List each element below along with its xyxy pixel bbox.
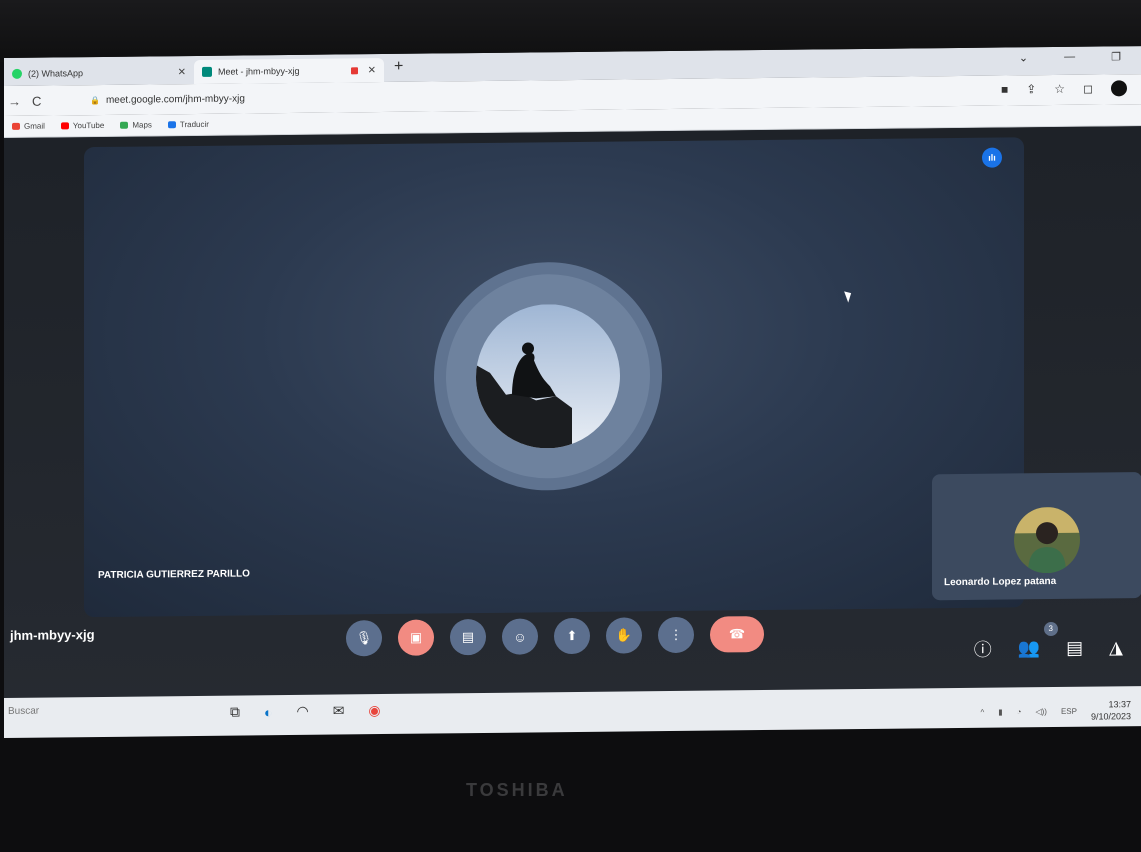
bookmark-youtube[interactable]: YouTube bbox=[60, 121, 104, 130]
language-indicator[interactable]: ESP bbox=[1061, 706, 1077, 715]
tab-meet[interactable]: Meet - jhm-mbyy-xjg ✕ bbox=[194, 58, 384, 85]
tab-label: Meet - jhm-mbyy-xjg bbox=[218, 65, 300, 77]
main-participant-name: PATRICIA GUTIERREZ PARILLO bbox=[98, 568, 250, 582]
meet-call-area: ılı PATRICIA GUTIERREZ PARILLO Leonardo … bbox=[4, 126, 1141, 709]
meeting-side-controls: ⓘ 👥 3 ▤ ◮ bbox=[974, 621, 1123, 662]
maps-icon bbox=[120, 121, 129, 129]
clock-date: 9/10/2023 bbox=[1090, 711, 1131, 722]
emoji-icon: ☺ bbox=[513, 629, 527, 645]
taskbar-search[interactable]: Buscar bbox=[8, 706, 39, 717]
side-panel-icon[interactable]: ◻ bbox=[1083, 82, 1093, 96]
edge-icon[interactable]: ◐ bbox=[264, 704, 272, 720]
leave-call-button[interactable]: ☎ bbox=[710, 616, 764, 653]
tab-label: (2) WhatsApp bbox=[28, 68, 84, 79]
more-options-button[interactable]: ⋮ bbox=[658, 616, 694, 654]
captions-button[interactable]: ▤ bbox=[450, 618, 486, 656]
whatsapp-icon bbox=[12, 68, 22, 79]
hand-icon: ✋ bbox=[615, 627, 633, 643]
reload-icon[interactable]: C bbox=[32, 94, 41, 109]
present-screen-icon: ⬆ bbox=[566, 627, 578, 644]
taskbar-clock[interactable]: 13:37 9/10/2023 bbox=[1091, 698, 1131, 722]
chat-icon[interactable]: ▤ bbox=[1066, 637, 1083, 658]
minimize-button[interactable]: — bbox=[1064, 51, 1075, 64]
mic-tray-icon: ▮ bbox=[998, 707, 1003, 717]
meeting-code: jhm-mbyy-xjg bbox=[10, 627, 95, 643]
star-icon[interactable]: ☆ bbox=[1054, 82, 1065, 96]
camera-off-icon: ▣ bbox=[409, 629, 423, 645]
widgets-icon[interactable]: ◠ bbox=[296, 703, 308, 720]
close-tab-icon[interactable]: ✕ bbox=[178, 67, 186, 78]
youtube-icon bbox=[60, 122, 69, 130]
recording-icon bbox=[350, 66, 358, 74]
end-call-icon: ☎ bbox=[728, 626, 746, 642]
translate-icon bbox=[167, 121, 176, 129]
task-view-icon[interactable]: ⧉ bbox=[230, 704, 240, 721]
participant-tile[interactable]: Leonardo Lopez patana bbox=[932, 472, 1141, 601]
volume-icon[interactable]: ◁)) bbox=[1035, 707, 1046, 716]
share-icon[interactable]: ⇪ bbox=[1026, 82, 1036, 96]
tab-whatsapp[interactable]: (2) WhatsApp ✕ bbox=[4, 60, 194, 86]
bookmark-gmail[interactable]: Gmail bbox=[12, 122, 45, 131]
clock-time: 13:37 bbox=[1108, 699, 1131, 710]
profile-avatar[interactable] bbox=[1111, 80, 1127, 97]
activities-icon[interactable]: ◮ bbox=[1109, 637, 1123, 658]
info-icon[interactable]: ⓘ bbox=[974, 636, 992, 662]
main-participant-stage: ılı PATRICIA GUTIERREZ PARILLO bbox=[84, 137, 1024, 618]
meet-icon bbox=[202, 66, 212, 77]
forward-arrow-icon[interactable]: → bbox=[8, 94, 21, 109]
reactions-button[interactable]: ☺ bbox=[502, 618, 538, 655]
chevron-down-icon[interactable]: ⌄ bbox=[1019, 51, 1028, 64]
present-button[interactable]: ⬆ bbox=[554, 617, 590, 655]
maximize-button[interactable]: ❐ bbox=[1111, 50, 1121, 63]
toolbar-actions: ■ ⇪ ☆ ◻ bbox=[1001, 80, 1127, 97]
microphone-button[interactable]: 🎙 bbox=[346, 620, 382, 657]
laptop-brand-logo: TOSHIBA bbox=[466, 780, 568, 800]
close-tab-icon[interactable]: ✕ bbox=[368, 65, 376, 76]
chrome-icon[interactable]: ◉ bbox=[368, 702, 380, 719]
captions-icon: ▤ bbox=[461, 629, 475, 645]
participant-avatar bbox=[1014, 506, 1080, 574]
wifi-icon[interactable]: ◔ bbox=[1017, 707, 1022, 716]
bookmark-translate[interactable]: Traducir bbox=[167, 120, 209, 129]
system-tray: ^ ▮ ◔ ◁)) ESP 13:37 9/10/2023 bbox=[980, 698, 1131, 724]
laptop-screen: (2) WhatsApp ✕ Meet - jhm-mbyy-xjg ✕ + ⌄… bbox=[4, 46, 1141, 738]
address-bar[interactable]: 🔒 meet.google.com/jhm-mbyy-xjg bbox=[76, 81, 956, 111]
url-text: meet.google.com/jhm-mbyy-xjg bbox=[105, 92, 245, 106]
gmail-icon bbox=[12, 122, 20, 130]
bookmark-maps[interactable]: Maps bbox=[120, 120, 152, 130]
speaking-indicator-icon: ılı bbox=[982, 147, 1002, 168]
chevron-up-icon[interactable]: ^ bbox=[980, 707, 984, 716]
participant-count-badge: 3 bbox=[1043, 621, 1058, 636]
new-tab-button[interactable]: + bbox=[394, 58, 403, 76]
people-icon: 👥 bbox=[1017, 637, 1041, 658]
more-vert-icon: ⋮ bbox=[669, 626, 683, 643]
raise-hand-button[interactable]: ✋ bbox=[606, 617, 642, 654]
taskbar-apps: ⧉ ◐ ◠ ✉ ◉ bbox=[230, 702, 381, 721]
people-button[interactable]: 👥 3 bbox=[1017, 621, 1058, 659]
window-controls: ⌄ — ❐ bbox=[1019, 50, 1121, 65]
call-controls: 🎙 ▣ ▤ ☺ ⬆ ✋ ⋮ ☎ bbox=[346, 616, 764, 657]
mic-icon: 🎙 bbox=[355, 630, 373, 646]
camera-icon[interactable]: ■ bbox=[1001, 82, 1008, 96]
camera-off-button[interactable]: ▣ bbox=[398, 619, 434, 656]
mail-icon[interactable]: ✉ bbox=[333, 702, 345, 719]
tile-participant-name: Leonardo Lopez patana bbox=[944, 575, 1057, 589]
lock-icon: 🔒 bbox=[90, 95, 100, 105]
